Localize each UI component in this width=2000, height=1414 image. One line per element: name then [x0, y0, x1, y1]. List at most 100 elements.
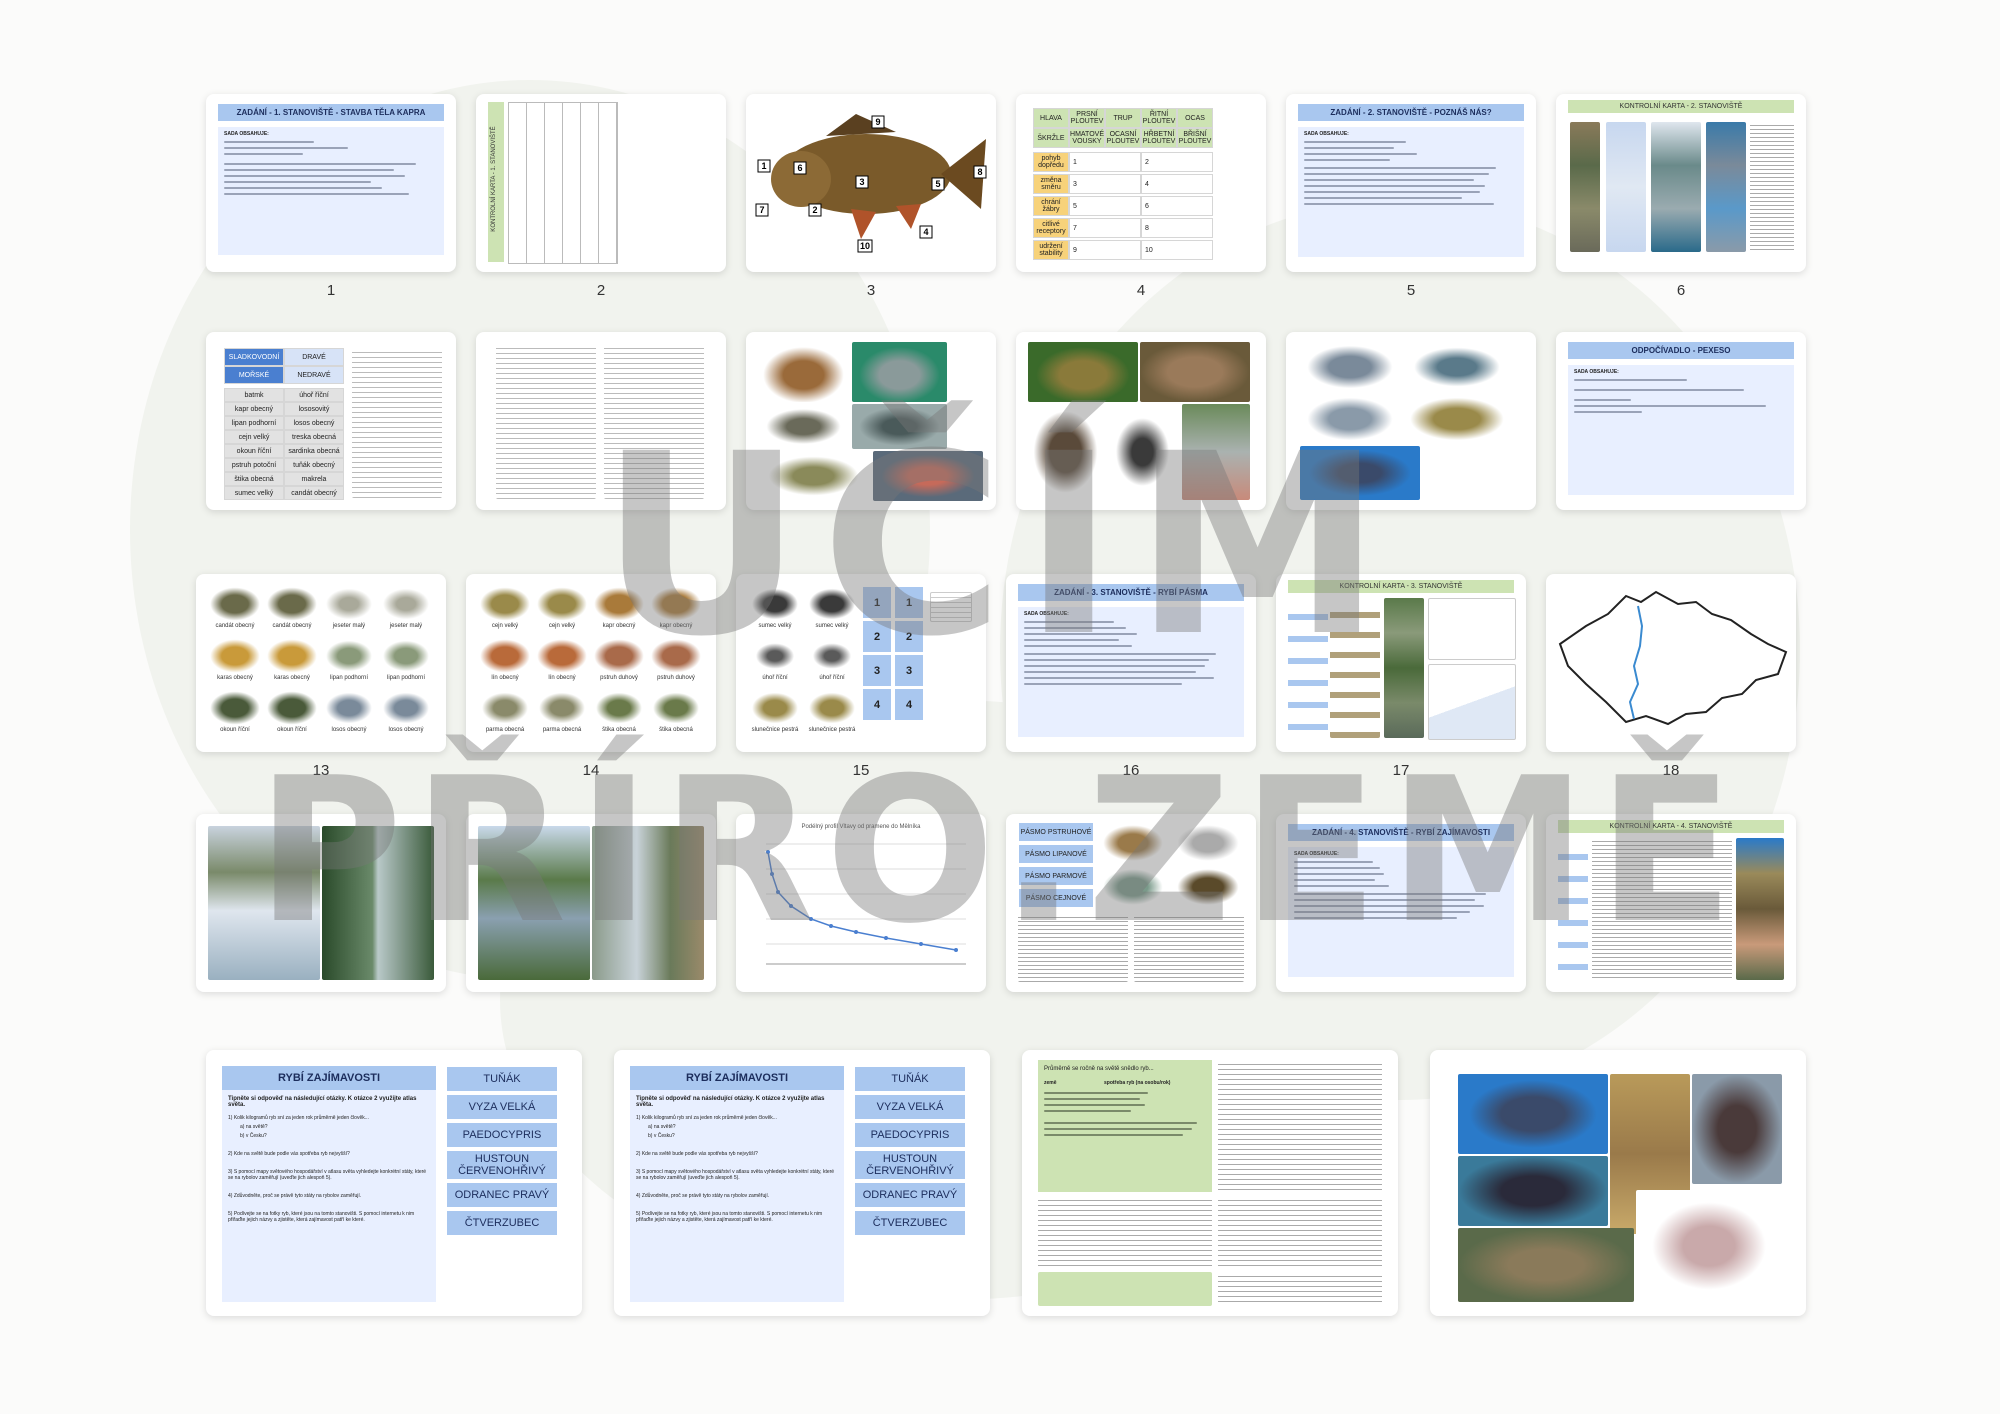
fish-card — [265, 690, 319, 726]
fish-card — [478, 586, 532, 622]
slide-27[interactable]: Průměrně se ročně na světě snědlo ryb...… — [1022, 1050, 1398, 1316]
content-panel: SADA OBSAHUJE: — [218, 127, 444, 255]
pexeso-grid: candát obecný candát obecný jeseter malý… — [208, 586, 434, 742]
question-5: 5) Podívejte se na fotky ryb, které jsou… — [228, 1211, 415, 1223]
slide-9[interactable] — [746, 332, 996, 510]
function-table: HLAVA PRSNÍ PLOUTEV TRUP ŘITNÍ PLOUTEV O… — [1033, 108, 1249, 260]
slide-number: 5 — [1406, 282, 1416, 299]
slide-8[interactable] — [476, 332, 726, 510]
column-header: země — [1044, 1080, 1057, 1086]
fish-photo — [756, 342, 851, 402]
slide-7[interactable]: SLADKOVODNÍ DRAVÉ MOŘSKÉ NEDRAVÉ batmk k… — [206, 332, 456, 510]
slide-10[interactable] — [1016, 332, 1266, 510]
fish-card — [592, 586, 646, 622]
question-card: RYBÍ ZAJÍMAVOSTI Tipněte si odpověď na n… — [630, 1066, 844, 1302]
header-cell: ŘITNÍ PLOUTEV — [1141, 108, 1177, 128]
section-label: SADA OBSAHUJE: — [1304, 131, 1349, 137]
slide-12[interactable]: ODPOČÍVADLO - PEXESO SADA OBSAHUJE: — [1556, 332, 1806, 510]
fish-caption: štika obecná — [659, 727, 693, 733]
fish-caption: karas obecný — [217, 675, 253, 681]
intro-text: Tipněte si odpověď na následující otázky… — [228, 1096, 417, 1108]
slide-14[interactable]: cejn velký cejn velký kapr obecný kapr o… — [466, 574, 716, 752]
slide-18[interactable] — [1546, 574, 1796, 752]
species-label: ČTVERZUBEC — [854, 1210, 966, 1236]
fish-caption: úhoř říční — [762, 675, 788, 681]
fish-photo — [756, 404, 851, 449]
fish-caption: pstruh duhový — [600, 675, 638, 681]
label-4: 4 — [923, 227, 928, 237]
fish-card — [649, 690, 703, 726]
slide-title: KONTROLNÍ KARTA - 2. STANOVIŠTĚ — [1568, 100, 1794, 113]
number-card: 2 — [862, 620, 892, 653]
question-2: 2) Kde na světě bude podle vás spotřeba … — [228, 1151, 350, 1157]
label-6: 6 — [797, 163, 802, 173]
czech-map — [1558, 590, 1788, 726]
species-label: ODRANEC PRAVÝ — [446, 1182, 558, 1208]
header-cell: HŘBETNÍ PLOUTEV — [1141, 128, 1177, 148]
card-title: RYBÍ ZAJÍMAVOSTI — [222, 1066, 436, 1090]
slide-6[interactable]: KONTROLNÍ KARTA - 2. STANOVIŠTĚ — [1556, 94, 1806, 272]
slide-number: 13 — [312, 762, 330, 779]
row-label: udržení stability — [1033, 240, 1069, 260]
fish-card — [265, 586, 319, 622]
catfish-photo — [1458, 1156, 1608, 1226]
slide-number: 2 — [596, 282, 606, 299]
column-header: spotřeba ryb (na osobu/rok) — [1104, 1080, 1171, 1086]
slide-2[interactable]: KONTROLNÍ KARTA - 1. STANOVIŠTĚ — [476, 94, 726, 272]
slide-3[interactable]: 9 1 6 3 5 8 7 2 4 10 — [746, 94, 996, 272]
fish-name-cell: pstruh potoční — [224, 458, 284, 472]
slide-title: ZADÁNÍ - 3. STANOVIŠTĚ - RYBÍ PÁSMA — [1018, 584, 1244, 601]
fish-photo — [1172, 866, 1244, 908]
stats-heading: Průměrně se ročně na světě snědlo ryb... — [1044, 1066, 1154, 1072]
slide-11[interactable] — [1286, 332, 1536, 510]
fish-name-cell: losos obecný — [284, 416, 344, 430]
answer-cell: 1 — [1069, 152, 1141, 172]
slide-26[interactable]: RYBÍ ZAJÍMAVOSTI Tipněte si odpověď na n… — [614, 1050, 990, 1316]
pexeso-grid: cejn velký cejn velký kapr obecný kapr o… — [478, 586, 704, 742]
species-label: PAEDOCYPRIS — [446, 1122, 558, 1148]
fish-card — [592, 638, 646, 674]
fish-caption: lipan podhorní — [386, 675, 426, 681]
answer-cell: 3 — [1069, 174, 1141, 194]
fish-caption: slunečnice pestrá — [751, 727, 799, 733]
text-block — [1038, 1196, 1212, 1268]
fish-card — [322, 690, 376, 726]
text-block — [604, 344, 704, 499]
fish-photo — [1458, 1228, 1634, 1302]
question-1: 1) Kolik kilogramů ryb sní za jeden rok … — [228, 1115, 369, 1121]
slide-20[interactable] — [466, 814, 716, 992]
slide-16[interactable]: ZADÁNÍ - 3. STANOVIŠTĚ - RYBÍ PÁSMA SADA… — [1006, 574, 1256, 752]
slide-1[interactable]: ZADÁNÍ - 1. STANOVIŠTĚ - STAVBA TĚLA KAP… — [206, 94, 456, 272]
fish-name-cell: cejn velký — [224, 430, 284, 444]
fish-caption: úhoř říční — [819, 675, 845, 681]
section-label: SADA OBSAHUJE: — [1024, 611, 1069, 617]
slide-4[interactable]: HLAVA PRSNÍ PLOUTEV TRUP ŘITNÍ PLOUTEV O… — [1016, 94, 1266, 272]
slide-17[interactable]: KONTROLNÍ KARTA - 3. STANOVIŠTĚ — [1276, 574, 1526, 752]
fish-caption: slunečnice pestrá — [808, 727, 856, 733]
fish-caption: candát obecný — [215, 623, 255, 629]
slide-number: 1 — [326, 282, 336, 299]
number-card: 4 — [862, 688, 892, 721]
slide-28[interactable] — [1430, 1050, 1806, 1316]
slide-21[interactable]: Podélný profil Vltavy od pramene do Měln… — [736, 814, 986, 992]
fish-card — [478, 690, 532, 726]
fish-photo — [1098, 866, 1168, 908]
tuna-photo — [1458, 1074, 1608, 1154]
slide-19[interactable] — [196, 814, 446, 992]
slide-25[interactable]: RYBÍ ZAJÍMAVOSTI Tipněte si odpověď na n… — [206, 1050, 582, 1316]
species-label: PAEDOCYPRIS — [854, 1122, 966, 1148]
slide-15[interactable]: sumec velký sumec velký úhoř říční úhoř … — [736, 574, 986, 752]
fish-photo — [1692, 1074, 1782, 1184]
slide-24[interactable]: KONTROLNÍ KARTA - 4. STANOVIŠTĚ — [1546, 814, 1796, 992]
slide-13[interactable]: candát obecný candát obecný jeseter malý… — [196, 574, 446, 752]
answer-cell: 6 — [1141, 196, 1213, 216]
slide-22[interactable]: PÁSMO PSTRUHOVÉ PÁSMO LIPANOVÉ PÁSMO PAR… — [1006, 814, 1256, 992]
slide-23[interactable]: ZADÁNÍ - 4. STANOVIŠTĚ - RYBÍ ZAJÍMAVOST… — [1276, 814, 1526, 992]
chart-thumbnail — [1428, 664, 1516, 740]
label-7: 7 — [759, 205, 764, 215]
fish-caption: cejn velký — [548, 623, 576, 629]
fish-caption: parma obecná — [542, 727, 582, 733]
fish-caption: kapr obecný — [659, 623, 693, 629]
label-1: 1 — [761, 161, 766, 171]
slide-5[interactable]: ZADÁNÍ - 2. STANOVIŠTĚ - POZNÁŠ NÁS? SAD… — [1286, 94, 1536, 272]
